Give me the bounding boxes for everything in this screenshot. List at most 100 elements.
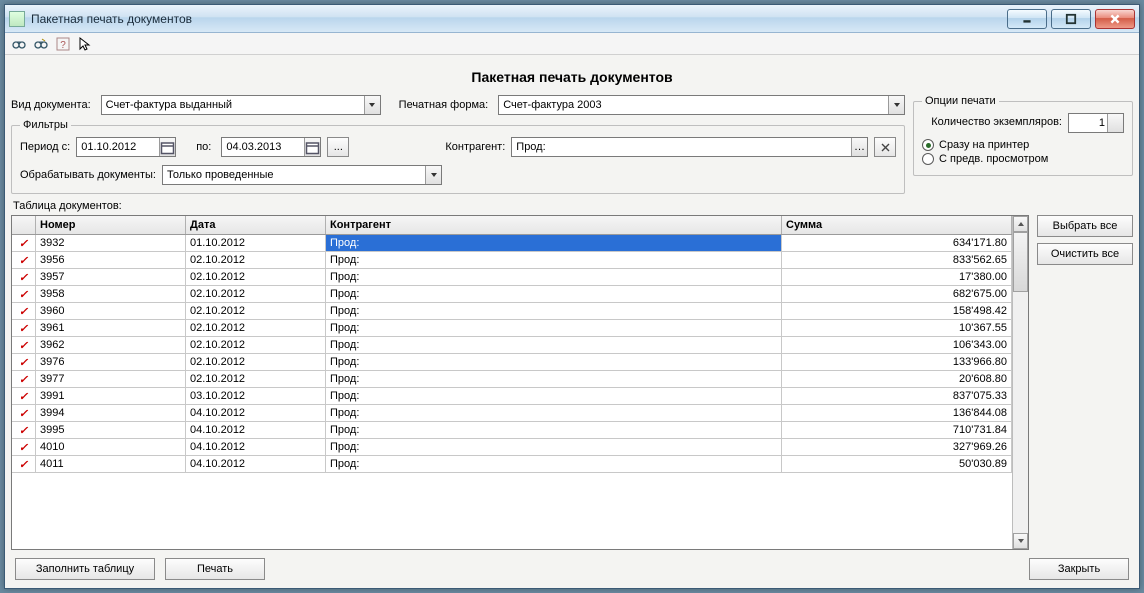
close-button[interactable] — [1095, 9, 1135, 29]
svg-text:?: ? — [60, 40, 66, 51]
copies-input[interactable]: 1 — [1068, 113, 1124, 133]
clear-all-button[interactable]: Очистить все — [1037, 243, 1133, 265]
cell-date: 02.10.2012 — [186, 286, 326, 302]
maximize-button[interactable] — [1051, 9, 1091, 29]
cell-number: 3956 — [36, 252, 186, 268]
contractor-value: Прод: — [516, 141, 545, 153]
binoculars-fwd-icon[interactable] — [33, 36, 49, 52]
chevron-down-icon[interactable] — [888, 96, 904, 114]
row-check-icon[interactable]: ✓ — [12, 388, 36, 404]
cell-contractor: Прод: — [326, 439, 782, 455]
cell-sum: 634'171.80 — [782, 235, 1012, 251]
table-row[interactable]: ✓401004.10.2012Прод:327'969.26 — [12, 439, 1012, 456]
table-row[interactable]: ✓395602.10.2012Прод:833'562.65 — [12, 252, 1012, 269]
fill-table-button[interactable]: Заполнить таблицу — [15, 558, 155, 580]
period-ellipsis-button[interactable]: ... — [327, 137, 349, 157]
scroll-track[interactable] — [1013, 232, 1028, 533]
vertical-scrollbar[interactable] — [1012, 216, 1028, 549]
help-icon[interactable]: ? — [55, 36, 71, 52]
row-check-icon[interactable]: ✓ — [12, 303, 36, 319]
table-row[interactable]: ✓399404.10.2012Прод:136'844.08 — [12, 405, 1012, 422]
row-check-icon[interactable]: ✓ — [12, 456, 36, 472]
table-row[interactable]: ✓395802.10.2012Прод:682'675.00 — [12, 286, 1012, 303]
cell-sum: 50'030.89 — [782, 456, 1012, 472]
table-row[interactable]: ✓401104.10.2012Прод:50'030.89 — [12, 456, 1012, 473]
cell-contractor: Прод: — [326, 252, 782, 268]
cell-contractor: Прод: — [326, 371, 782, 387]
row-check-icon[interactable]: ✓ — [12, 269, 36, 285]
contractor-label: Контрагент: — [445, 141, 505, 153]
row-check-icon[interactable]: ✓ — [12, 252, 36, 268]
close-form-button[interactable]: Закрыть — [1029, 558, 1129, 580]
ellipsis-icon[interactable]: … — [851, 138, 867, 156]
table-row[interactable]: ✓396202.10.2012Прод:106'343.00 — [12, 337, 1012, 354]
row-check-icon[interactable]: ✓ — [12, 354, 36, 370]
table-row[interactable]: ✓396002.10.2012Прод:158'498.42 — [12, 303, 1012, 320]
body-panel: Пакетная печать документов Вид документа… — [5, 55, 1139, 588]
period-to-input[interactable]: 04.03.2013 — [221, 137, 321, 157]
toolbar: ? — [5, 33, 1139, 55]
row-check-icon[interactable]: ✓ — [12, 439, 36, 455]
print-form-combo[interactable]: Счет-фактура 2003 — [498, 95, 905, 115]
col-check[interactable] — [12, 216, 36, 234]
row-check-icon[interactable]: ✓ — [12, 286, 36, 302]
row-check-icon[interactable]: ✓ — [12, 320, 36, 336]
process-combo[interactable]: Только проведенные — [162, 165, 442, 185]
period-from-input[interactable]: 01.10.2012 — [76, 137, 176, 157]
table-row[interactable]: ✓395702.10.2012Прод:17'380.00 — [12, 269, 1012, 286]
cell-contractor: Прод: — [326, 303, 782, 319]
cell-sum: 158'498.42 — [782, 303, 1012, 319]
radio-dot-icon — [922, 139, 934, 151]
cell-date: 02.10.2012 — [186, 337, 326, 353]
print-button[interactable]: Печать — [165, 558, 265, 580]
col-contractor[interactable]: Контрагент — [326, 216, 782, 234]
cell-contractor: Прод: — [326, 388, 782, 404]
table-row[interactable]: ✓396102.10.2012Прод:10'367.55 — [12, 320, 1012, 337]
radio-printer[interactable]: Сразу на принтер — [922, 139, 1124, 151]
binoculars-back-icon[interactable] — [11, 36, 27, 52]
cell-number: 3932 — [36, 235, 186, 251]
cell-number: 3977 — [36, 371, 186, 387]
chevron-down-icon[interactable] — [425, 166, 441, 184]
row-check-icon[interactable]: ✓ — [12, 405, 36, 421]
cursor-icon[interactable] — [77, 36, 93, 52]
radio-preview[interactable]: С предв. просмотром — [922, 153, 1124, 165]
cell-date: 02.10.2012 — [186, 269, 326, 285]
row-check-icon[interactable]: ✓ — [12, 422, 36, 438]
page-title: Пакетная печать документов — [11, 61, 1133, 95]
col-number[interactable]: Номер — [36, 216, 186, 234]
table-row[interactable]: ✓399103.10.2012Прод:837'075.33 — [12, 388, 1012, 405]
doc-type-combo[interactable]: Счет-фактура выданный — [101, 95, 381, 115]
spin-icon[interactable] — [1107, 114, 1123, 132]
col-date[interactable]: Дата — [186, 216, 326, 234]
row-check-icon[interactable]: ✓ — [12, 337, 36, 353]
filters-legend: Фильтры — [20, 119, 71, 131]
minimize-button[interactable] — [1007, 9, 1047, 29]
chevron-down-icon[interactable] — [364, 96, 380, 114]
cell-date: 02.10.2012 — [186, 252, 326, 268]
row-check-icon[interactable]: ✓ — [12, 235, 36, 251]
grid-header: Номер Дата Контрагент Сумма — [12, 216, 1012, 235]
radio-dot-icon — [922, 153, 934, 165]
table-row[interactable]: ✓397602.10.2012Прод:133'966.80 — [12, 354, 1012, 371]
contractor-input[interactable]: Прод: … — [511, 137, 868, 157]
row-check-icon[interactable]: ✓ — [12, 371, 36, 387]
cell-number: 4010 — [36, 439, 186, 455]
scroll-up-icon[interactable] — [1013, 216, 1028, 232]
calendar-icon[interactable] — [304, 138, 320, 156]
grid-body[interactable]: ✓393201.10.2012Прод:634'171.80✓395602.10… — [12, 235, 1012, 549]
select-all-button[interactable]: Выбрать все — [1037, 215, 1133, 237]
cell-sum: 682'675.00 — [782, 286, 1012, 302]
table-row[interactable]: ✓393201.10.2012Прод:634'171.80 — [12, 235, 1012, 252]
table-row[interactable]: ✓397702.10.2012Прод:20'608.80 — [12, 371, 1012, 388]
scroll-down-icon[interactable] — [1013, 533, 1028, 549]
cell-date: 04.10.2012 — [186, 456, 326, 472]
table-row[interactable]: ✓399504.10.2012Прод:710'731.84 — [12, 422, 1012, 439]
app-icon — [9, 11, 25, 27]
calendar-icon[interactable] — [159, 138, 175, 156]
col-sum[interactable]: Сумма — [782, 216, 1012, 234]
documents-grid[interactable]: Номер Дата Контрагент Сумма ✓393201.10.2… — [11, 215, 1029, 550]
cell-number: 3962 — [36, 337, 186, 353]
scroll-thumb[interactable] — [1013, 232, 1028, 292]
contractor-clear-button[interactable] — [874, 137, 896, 157]
